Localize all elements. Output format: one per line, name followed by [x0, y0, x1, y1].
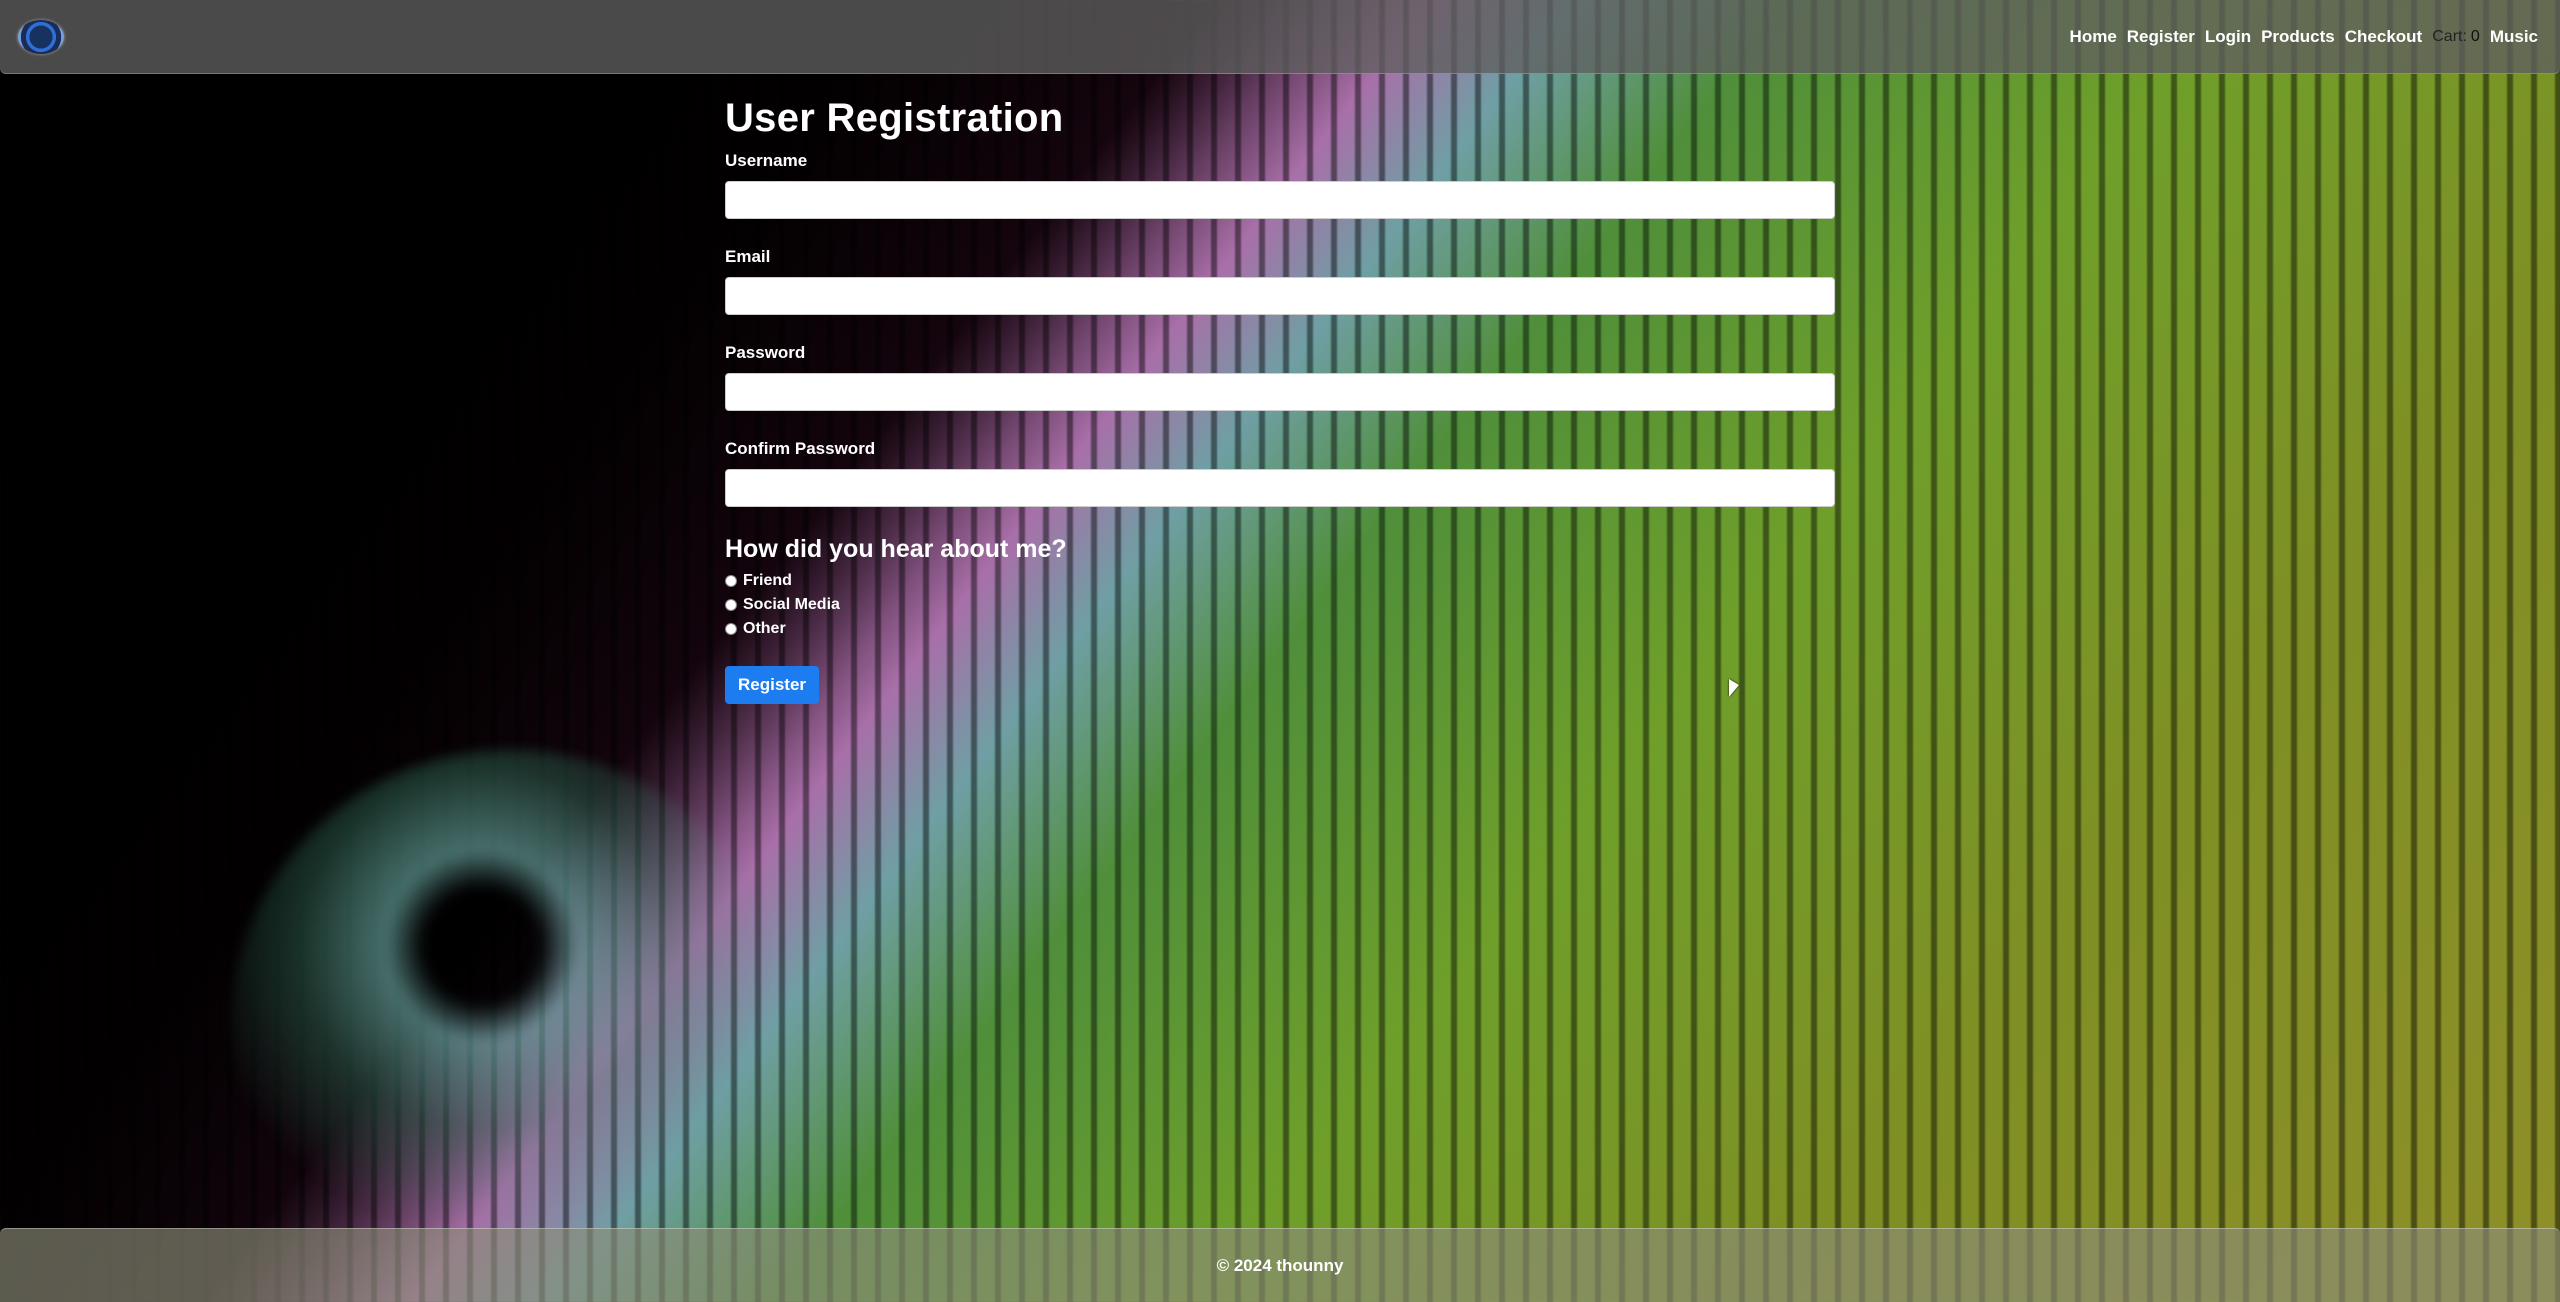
- mouse-cursor-icon: [1729, 679, 1739, 697]
- username-label: Username: [725, 151, 808, 170]
- referral-question: How did you hear about me?: [725, 535, 1067, 563]
- cart-indicator[interactable]: Cart: 0: [2432, 28, 2480, 46]
- confirm-password-label: Confirm Password: [725, 439, 876, 458]
- option-label: Friend: [743, 572, 792, 589]
- option-label: Social Media: [743, 596, 840, 613]
- cart-count: 0: [2470, 27, 2480, 45]
- password-input[interactable]: [725, 373, 1835, 411]
- nav-login-link[interactable]: Login: [2205, 27, 2251, 47]
- confirm-password-input[interactable]: [725, 469, 1835, 507]
- nav-links: Home Register Login Products Checkout Ca…: [2070, 27, 2538, 47]
- radio-other[interactable]: [725, 623, 737, 635]
- site-logo-icon[interactable]: [18, 19, 64, 54]
- nav-music-link[interactable]: Music: [2490, 27, 2538, 47]
- email-input[interactable]: [725, 277, 1835, 315]
- nav-checkout-link[interactable]: Checkout: [2345, 27, 2422, 47]
- navbar: Home Register Login Products Checkout Ca…: [0, 0, 2560, 74]
- register-button[interactable]: Register: [725, 666, 820, 704]
- option-label: Other: [743, 620, 786, 637]
- password-label: Password: [725, 343, 806, 362]
- footer-copyright: © 2024 thounny: [1216, 1255, 1344, 1275]
- nav-home-link[interactable]: Home: [2070, 27, 2117, 47]
- nav-register-link[interactable]: Register: [2127, 27, 2195, 47]
- referral-option-friend[interactable]: Friend: [725, 572, 1835, 590]
- nav-products-link[interactable]: Products: [2261, 27, 2335, 47]
- email-label: Email: [725, 247, 771, 266]
- radio-social-media[interactable]: [725, 599, 737, 611]
- cart-label: Cart:: [2432, 27, 2467, 45]
- radio-friend[interactable]: [725, 575, 737, 587]
- username-input[interactable]: [725, 181, 1835, 219]
- page-title: User Registration: [725, 96, 1064, 140]
- background-blob: [230, 750, 790, 1302]
- referral-option-other[interactable]: Other: [725, 620, 1835, 638]
- footer: © 2024 thounny: [0, 1228, 2560, 1302]
- referral-option-social-media[interactable]: Social Media: [725, 596, 1835, 614]
- registration-form: User Registration Username Email Passwor…: [725, 96, 1835, 704]
